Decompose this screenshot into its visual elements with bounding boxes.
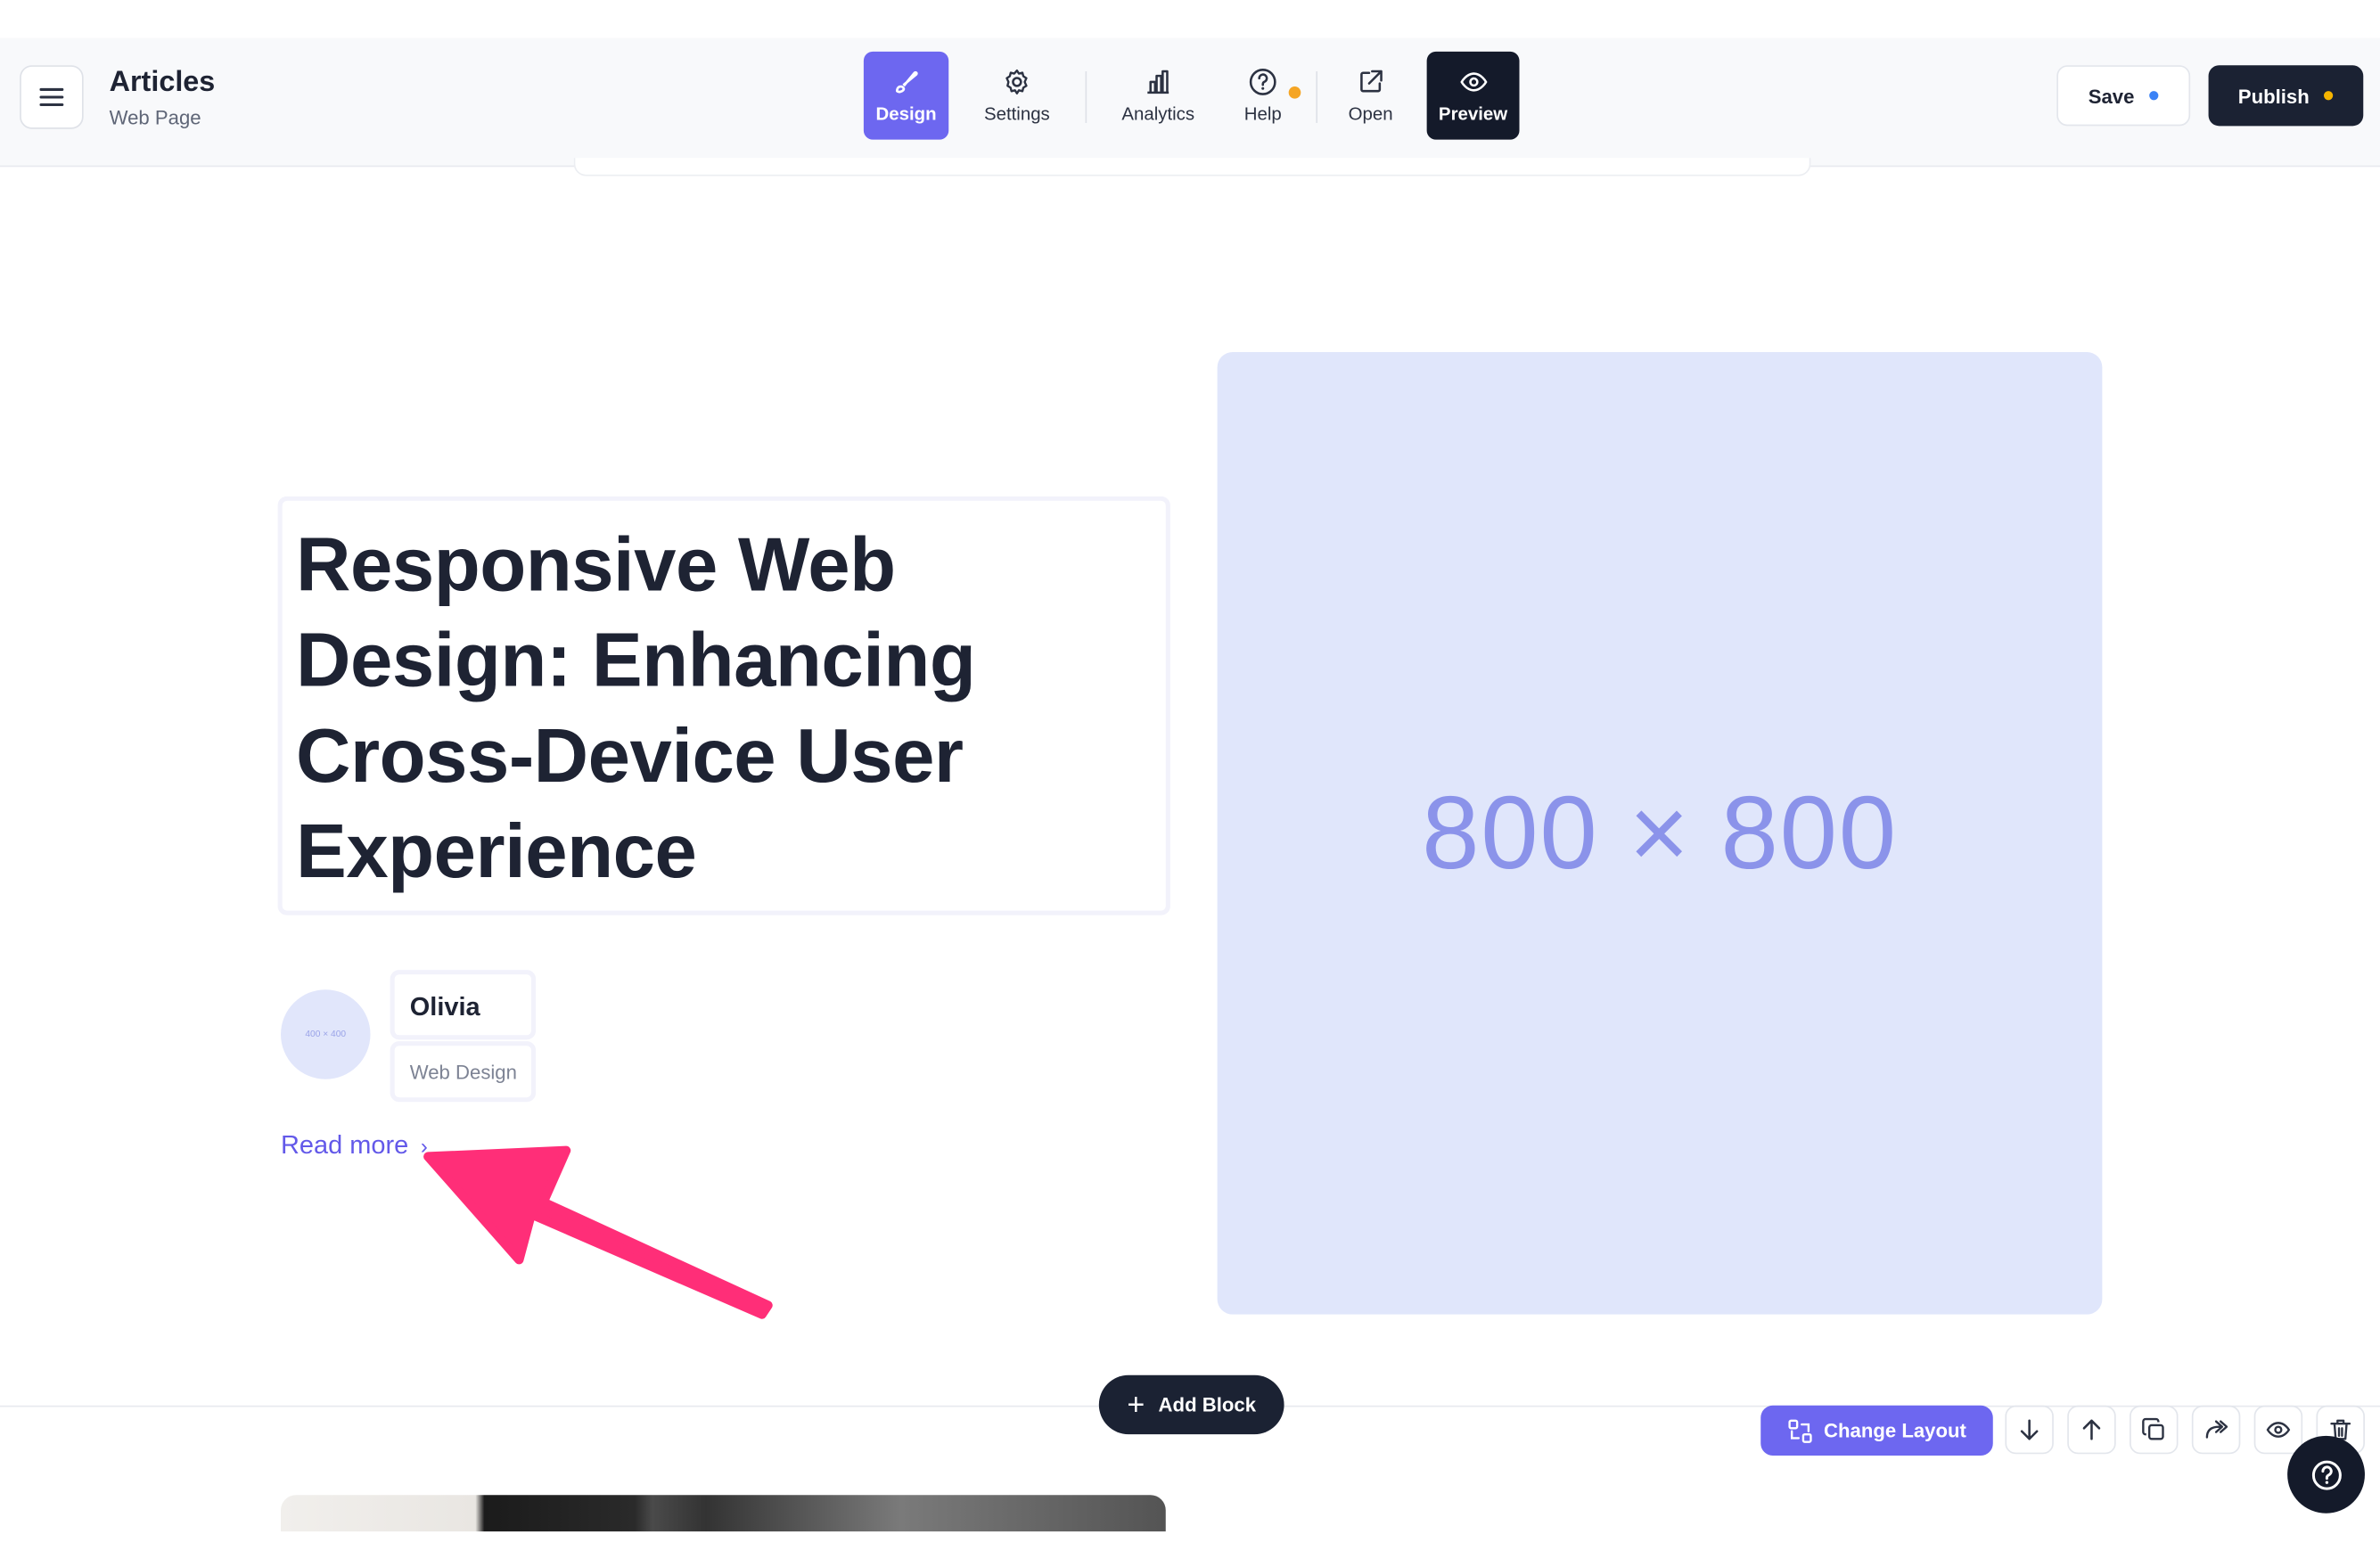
tab-label: Help <box>1243 103 1282 125</box>
visibility-button[interactable] <box>2253 1405 2303 1455</box>
previous-block-edge <box>573 158 1811 176</box>
arrow-up-icon <box>2082 1419 2101 1440</box>
change-layout-button[interactable]: Change Layout <box>1760 1405 1993 1456</box>
unsaved-dot <box>2149 91 2159 101</box>
move-down-button[interactable] <box>2005 1405 2054 1455</box>
menu-button[interactable] <box>20 65 84 129</box>
gear-icon <box>1002 67 1032 97</box>
bar-chart-icon <box>1143 67 1173 97</box>
tab-design[interactable]: Design <box>863 51 949 140</box>
author-avatar[interactable]: 400 × 400 <box>281 989 371 1079</box>
add-block-label: Add Block <box>1158 1393 1257 1416</box>
toolbar-divider <box>1316 71 1318 123</box>
tab-help[interactable]: Help <box>1229 52 1296 140</box>
headline-block[interactable]: Responsive Web Design: Enhancing Cross-D… <box>277 496 1170 915</box>
image-placeholder-text: 800 × 800 <box>1422 775 1898 891</box>
author-name[interactable]: Olivia <box>390 970 537 1040</box>
tab-analytics[interactable]: Analytics <box>1111 52 1205 140</box>
publish-status-dot <box>2324 91 2335 101</box>
tab-preview[interactable]: Preview <box>1426 51 1520 140</box>
page-subtitle: Web Page <box>109 106 201 129</box>
publish-label: Publish <box>2237 84 2310 108</box>
move-up-button[interactable] <box>2067 1405 2116 1455</box>
duplicate-button[interactable] <box>2130 1405 2179 1455</box>
share-button[interactable] <box>2191 1405 2241 1455</box>
tab-label: Open <box>1348 103 1393 125</box>
tab-label: Preview <box>1438 103 1508 125</box>
eye-icon <box>2266 1422 2291 1438</box>
tab-label: Settings <box>983 103 1050 125</box>
external-link-icon <box>1356 67 1386 97</box>
add-block-button[interactable]: + Add Block <box>1098 1374 1284 1435</box>
tab-settings[interactable]: Settings <box>972 52 1063 140</box>
read-more-label: Read more <box>281 1130 409 1160</box>
brush-icon <box>891 67 922 97</box>
toolbar-divider <box>1085 71 1087 123</box>
author-category[interactable]: Web Design <box>390 1041 537 1103</box>
top-toolbar: Articles Web Page Design Settings Analyt… <box>0 37 2380 168</box>
top-strip <box>0 0 2380 38</box>
duplicate-icon <box>2142 1417 2164 1440</box>
save-button[interactable]: Save <box>2056 65 2191 127</box>
notification-dot <box>1288 86 1301 99</box>
article-image-placeholder[interactable]: 800 × 800 <box>1217 352 2103 1315</box>
page-title: Articles <box>109 66 216 99</box>
publish-button[interactable]: Publish <box>2208 65 2364 127</box>
arrow-down-icon <box>2020 1419 2039 1440</box>
help-button[interactable] <box>2287 1435 2365 1514</box>
question-circle-icon <box>1248 67 1278 97</box>
change-layout-label: Change Layout <box>1823 1419 1966 1442</box>
editor-canvas: Articles Web Page Design Settings Analyt… <box>0 0 2380 1532</box>
layout-icon <box>1787 1418 1811 1443</box>
next-block-image[interactable] <box>281 1495 1166 1532</box>
hamburger-icon <box>39 87 64 107</box>
highlight-arrow-icon <box>423 1145 773 1319</box>
tab-label: Analytics <box>1121 103 1195 125</box>
tab-open[interactable]: Open <box>1335 52 1405 140</box>
save-label: Save <box>2088 84 2135 108</box>
avatar-placeholder-text: 400 × 400 <box>305 1030 347 1039</box>
plus-icon: + <box>1127 1388 1145 1422</box>
question-circle-icon <box>2311 1459 2342 1489</box>
eye-icon <box>1458 67 1489 97</box>
share-icon <box>2205 1420 2228 1439</box>
read-more-link[interactable]: Read more › <box>281 1131 428 1161</box>
article-headline[interactable]: Responsive Web Design: Enhancing Cross-D… <box>296 518 1169 900</box>
tab-label: Design <box>875 103 937 125</box>
